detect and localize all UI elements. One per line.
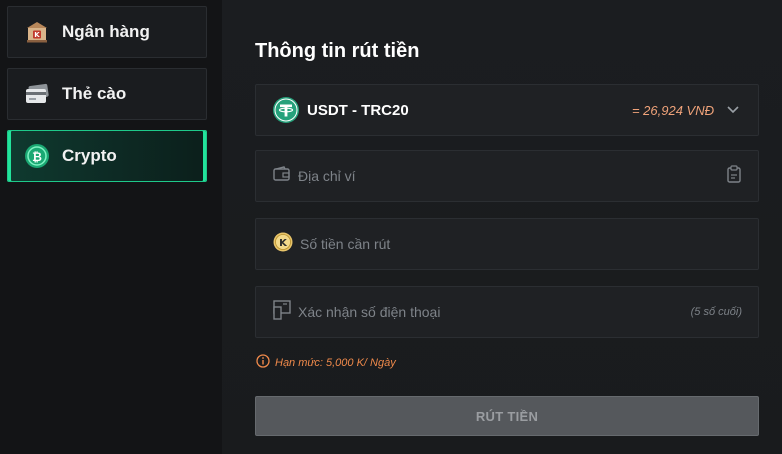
sidebar-item-label: Thẻ cào xyxy=(62,84,127,103)
amount-field[interactable]: K xyxy=(255,218,759,270)
sidebar-item-crypto[interactable]: ₿ Crypto xyxy=(7,130,207,182)
page-title: Thông tin rút tiền xyxy=(255,40,420,62)
info-icon xyxy=(256,354,270,371)
clipboard-icon[interactable] xyxy=(726,164,742,188)
wallet-address-input[interactable] xyxy=(298,168,726,184)
k-coin-icon: K xyxy=(273,232,293,257)
wallet-address-field[interactable] xyxy=(255,150,759,202)
sidebar-item-scratch-card[interactable]: Thẻ cào xyxy=(7,68,207,120)
withdraw-button[interactable]: RÚT TIỀN xyxy=(255,396,759,436)
sidebar-item-bank[interactable]: K Ngân hàng xyxy=(7,6,207,58)
sidebar: K Ngân hàng Thẻ cào ₿ Crypto xyxy=(0,0,222,454)
withdraw-limit-text: Hạn mức: 5,000 K/ Ngày xyxy=(275,356,396,369)
wallet-icon xyxy=(273,165,291,187)
phone-confirm-input[interactable] xyxy=(298,304,691,320)
phone-suffix-hint: (5 số cuối) xyxy=(690,306,742,318)
tether-icon xyxy=(273,97,299,123)
withdraw-panel: Thông tin rút tiền USDT - TRC20 = 26,924… xyxy=(222,0,782,454)
sidebar-item-label: Crypto xyxy=(62,146,117,165)
chevron-down-icon[interactable] xyxy=(726,103,740,117)
svg-text:K: K xyxy=(279,238,288,249)
svg-text:K: K xyxy=(34,31,40,39)
withdraw-limit: Hạn mức: 5,000 K/ Ngày xyxy=(256,354,396,371)
amount-input[interactable] xyxy=(300,236,742,252)
scratch-card-icon xyxy=(24,81,50,107)
currency-select[interactable]: USDT - TRC20 = 26,924 VNĐ xyxy=(255,84,759,136)
sidebar-item-label: Ngân hàng xyxy=(62,22,150,41)
crypto-coin-icon: ₿ xyxy=(24,143,50,169)
phone-confirm-field[interactable]: (5 số cuối) xyxy=(255,286,759,338)
bank-icon: K xyxy=(24,19,50,45)
currency-name: USDT - TRC20 xyxy=(307,101,409,119)
exchange-rate: = 26,924 VNĐ xyxy=(631,102,714,118)
phone-confirm-icon xyxy=(273,299,291,325)
svg-text:₿: ₿ xyxy=(32,150,42,164)
